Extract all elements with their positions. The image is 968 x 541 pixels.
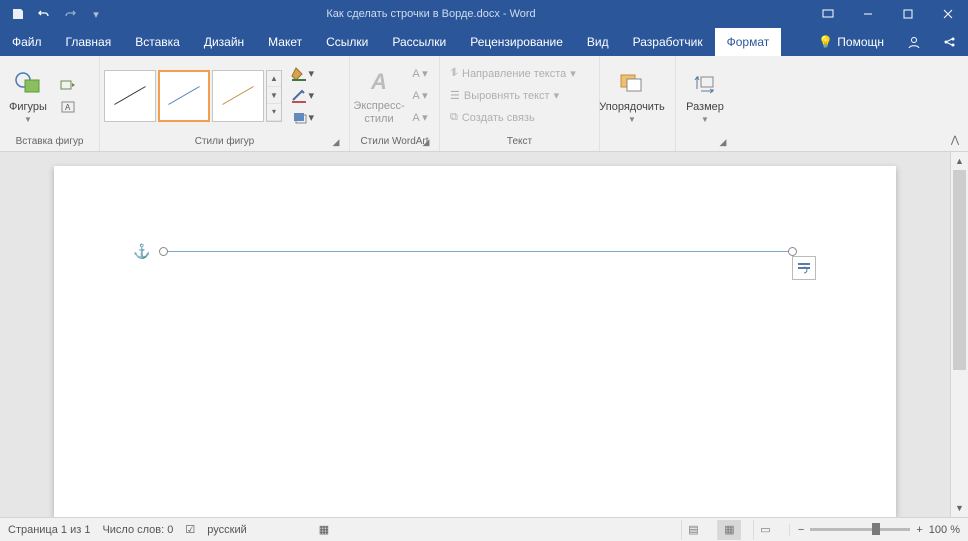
language-indicator[interactable]: русский: [207, 524, 246, 536]
tab-review[interactable]: Рецензирование: [458, 28, 575, 56]
shapes-icon: [12, 67, 44, 99]
size-button[interactable]: Размер ▼: [680, 60, 730, 132]
text-box-icon[interactable]: A: [56, 97, 80, 117]
undo-icon[interactable]: [32, 2, 56, 26]
line-shape[interactable]: [164, 251, 792, 252]
shape-effects-icon[interactable]: ▾: [290, 108, 314, 128]
edit-shape-icon[interactable]: [56, 75, 80, 95]
anchor-icon[interactable]: ⚓: [133, 243, 150, 260]
word-count[interactable]: Число слов: 0: [102, 524, 173, 536]
size-label: Размер: [686, 101, 724, 113]
print-layout-icon[interactable]: ▦: [717, 520, 741, 540]
arrange-icon: [616, 67, 648, 99]
text-direction-button: ⥮Направление текста▾: [446, 63, 580, 85]
redo-icon[interactable]: [58, 2, 82, 26]
lightbulb-icon: 💡: [818, 35, 833, 49]
ribbon-display-icon[interactable]: [808, 0, 848, 28]
ribbon: Фигуры ▼ A Вставка фигур ▲ ▼ ▾: [0, 56, 968, 152]
maximize-icon[interactable]: [888, 0, 928, 28]
style-preset-1[interactable]: [104, 70, 156, 122]
tab-format[interactable]: Формат: [715, 28, 782, 56]
scroll-thumb[interactable]: [953, 170, 966, 370]
text-fill-icon: A ▾: [408, 64, 432, 84]
resize-handle-left[interactable]: [159, 247, 168, 256]
tell-me-button[interactable]: 💡 Помощн: [806, 28, 896, 56]
size-launcher-icon[interactable]: ◢: [716, 135, 730, 149]
macro-icon[interactable]: ▦: [319, 523, 329, 536]
text-direction-icon: ⥮: [450, 67, 458, 80]
ribbon-tabs: Файл Главная Вставка Дизайн Макет Ссылки…: [0, 28, 968, 56]
tab-home[interactable]: Главная: [54, 28, 124, 56]
shapes-button[interactable]: Фигуры ▼: [4, 60, 52, 132]
text-effects-icon: A ▾: [408, 108, 432, 128]
svg-text:A: A: [65, 103, 71, 112]
gallery-more-icon[interactable]: ▾: [267, 104, 281, 121]
align-text-button: ☰Выровнять текст▾: [446, 85, 580, 107]
page-indicator[interactable]: Страница 1 из 1: [8, 524, 90, 536]
group-shape-styles-label: Стили фигур: [195, 136, 255, 147]
tell-me-label: Помощн: [837, 35, 884, 49]
proofing-icon[interactable]: ☑: [185, 523, 195, 536]
qat-customize-icon[interactable]: ▾: [84, 2, 108, 26]
tab-insert[interactable]: Вставка: [123, 28, 192, 56]
tab-design[interactable]: Дизайн: [192, 28, 256, 56]
arrange-button[interactable]: Упорядочить ▼: [604, 60, 660, 132]
create-link-button: ⧉Создать связь: [446, 107, 580, 129]
shape-outline-icon[interactable]: ▾: [290, 86, 314, 106]
zoom-value[interactable]: 100 %: [929, 524, 960, 536]
text-outline-icon: A ▾: [408, 86, 432, 106]
group-insert-shapes-label: Вставка фигур: [4, 133, 95, 149]
minimize-icon[interactable]: [848, 0, 888, 28]
gallery-down-icon[interactable]: ▼: [267, 87, 281, 104]
titlebar: ▾ Как сделать строчки в Ворде.docx - Wor…: [0, 0, 968, 28]
workspace: ⚓ ▲ ▼: [0, 152, 968, 517]
wordart-launcher-icon[interactable]: ◢: [419, 135, 433, 149]
style-preset-2[interactable]: [158, 70, 210, 122]
account-icon[interactable]: [896, 28, 932, 56]
zoom-in-icon[interactable]: +: [916, 524, 922, 536]
zoom-out-icon[interactable]: −: [798, 524, 804, 536]
share-icon[interactable]: [932, 28, 968, 56]
shape-styles-gallery[interactable]: ▲ ▼ ▾: [104, 70, 282, 122]
layout-options-button[interactable]: [792, 256, 816, 280]
tab-view[interactable]: Вид: [575, 28, 621, 56]
window-title: Как сделать строчки в Ворде.docx - Word: [114, 8, 808, 20]
vertical-scrollbar[interactable]: ▲ ▼: [950, 152, 968, 517]
statusbar: Страница 1 из 1 Число слов: 0 ☑ русский …: [0, 517, 968, 541]
tab-layout[interactable]: Макет: [256, 28, 314, 56]
group-arrange-label: [604, 133, 671, 149]
wordart-icon: A: [363, 66, 395, 98]
page[interactable]: ⚓: [54, 166, 896, 517]
style-preset-3[interactable]: [212, 70, 264, 122]
tab-references[interactable]: Ссылки: [314, 28, 380, 56]
align-text-icon: ☰: [450, 89, 460, 102]
shape-fill-icon[interactable]: ▾: [290, 64, 314, 84]
scroll-up-icon[interactable]: ▲: [951, 152, 968, 170]
scroll-down-icon[interactable]: ▼: [951, 499, 968, 517]
read-mode-icon[interactable]: ▤: [681, 520, 705, 540]
tab-file[interactable]: Файл: [0, 28, 54, 56]
group-size-label: ◢: [680, 133, 732, 149]
close-icon[interactable]: [928, 0, 968, 28]
group-text-label: Текст: [444, 133, 595, 149]
size-icon: [689, 67, 721, 99]
collapse-ribbon-icon[interactable]: ⋀: [946, 131, 964, 149]
link-icon: ⧉: [450, 111, 458, 124]
shape-styles-launcher-icon[interactable]: ◢: [329, 135, 343, 149]
shapes-label: Фигуры: [9, 101, 47, 113]
express-label: Экспресс- стили: [353, 100, 404, 124]
express-styles-button: A Экспресс- стили: [354, 60, 404, 132]
document-area[interactable]: ⚓: [0, 152, 950, 517]
zoom-slider[interactable]: [810, 528, 910, 531]
web-layout-icon[interactable]: ▭: [753, 520, 777, 540]
gallery-up-icon[interactable]: ▲: [267, 71, 281, 88]
save-icon[interactable]: [6, 2, 30, 26]
arrange-label: Упорядочить: [599, 101, 664, 113]
tab-developer[interactable]: Разработчик: [621, 28, 715, 56]
tab-mailings[interactable]: Рассылки: [380, 28, 458, 56]
resize-handle-right[interactable]: [788, 247, 797, 256]
